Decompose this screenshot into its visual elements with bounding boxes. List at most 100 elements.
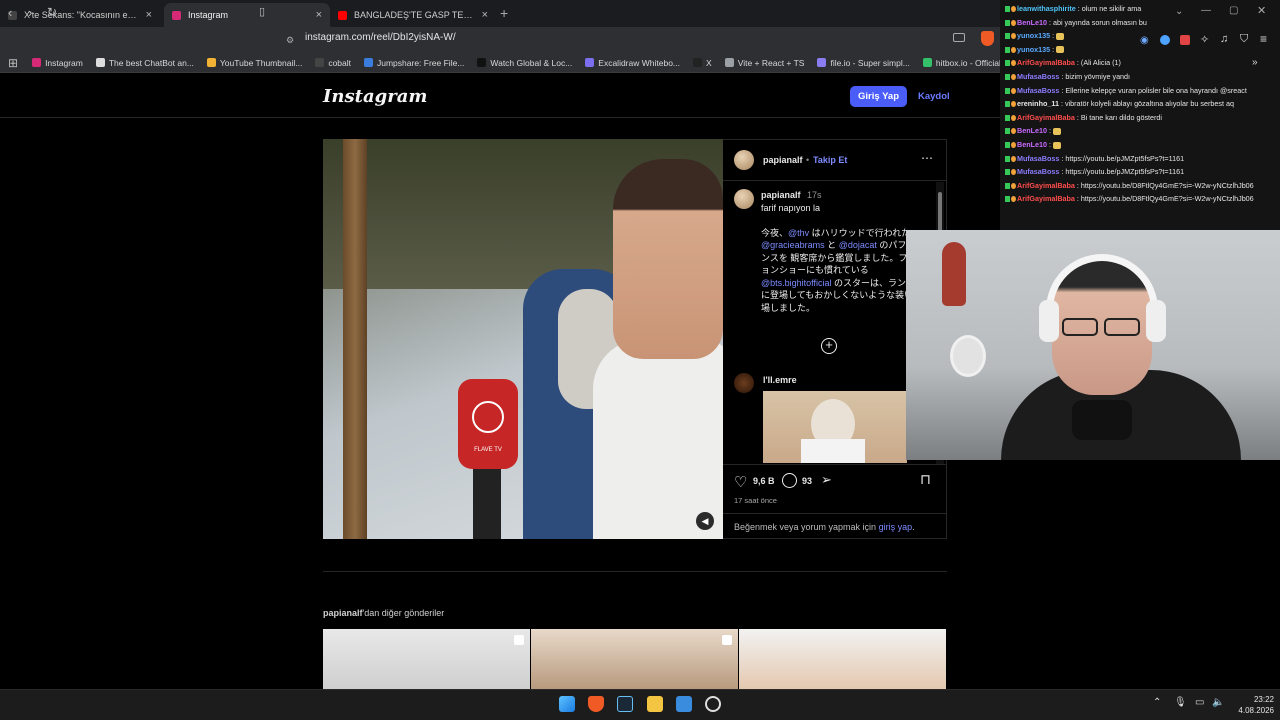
- comment-icon[interactable]: [782, 473, 797, 488]
- chat-username[interactable]: MufasaBoss: [1017, 154, 1059, 163]
- chat-username[interactable]: BenLe10: [1017, 18, 1047, 27]
- share-icon[interactable]: ➢: [821, 472, 832, 488]
- extensions-icon[interactable]: ✧: [1200, 33, 1209, 46]
- site-info-icon[interactable]: ⚙: [286, 35, 294, 46]
- tab-close-icon[interactable]: ×: [316, 9, 322, 21]
- mention-link[interactable]: @thv: [788, 228, 809, 238]
- microphone-tray-icon[interactable]: 🎙: [1174, 697, 1187, 708]
- grid-post-thumbnail[interactable]: [531, 629, 738, 689]
- bookmark-item[interactable]: Instagram: [32, 58, 83, 68]
- more-posts-username[interactable]: papianalf: [323, 608, 363, 618]
- tab-close-icon[interactable]: ×: [482, 9, 488, 21]
- tray-overflow-icon[interactable]: ⌃: [1153, 697, 1161, 708]
- brave-shields-icon[interactable]: [981, 31, 994, 46]
- tab-search-icon[interactable]: ⌄: [1175, 6, 1183, 17]
- mention-link[interactable]: @gracieabrams: [761, 240, 825, 250]
- wallet-icon[interactable]: ◉: [1140, 35, 1149, 46]
- bookmark-item[interactable]: Jumpshare: Free File...: [364, 58, 464, 68]
- follow-button[interactable]: Takip Et: [813, 155, 847, 165]
- comment-gif[interactable]: [763, 391, 907, 463]
- save-icon[interactable]: ⊓: [920, 471, 931, 488]
- chat-username[interactable]: BenLe10: [1017, 126, 1047, 135]
- bookmark-item[interactable]: Excalidraw Whitebo...: [585, 58, 680, 68]
- minimize-icon[interactable]: —: [1201, 5, 1211, 16]
- bookmark-item[interactable]: Watch Global & Loc...: [477, 58, 572, 68]
- reel-video[interactable]: FLAVE TV ◀: [323, 139, 723, 539]
- extension-icon[interactable]: [1160, 35, 1170, 45]
- volume-icon[interactable]: ◀: [696, 512, 714, 530]
- chat-username[interactable]: yunox135: [1017, 31, 1050, 40]
- load-more-comments-icon[interactable]: +: [821, 338, 837, 354]
- tab-close-icon[interactable]: ×: [146, 9, 152, 21]
- window-close-icon[interactable]: ✕: [1257, 4, 1266, 17]
- bookmarks-overflow-icon[interactable]: »: [1252, 57, 1258, 68]
- chat-text: Ellerine kelepçe vuran polisler bile ona…: [1065, 85, 1247, 95]
- signup-link[interactable]: Kaydol: [918, 91, 950, 102]
- chat-username[interactable]: MufasaBoss: [1017, 86, 1059, 95]
- mention-link[interactable]: @bts.bighitofficial: [761, 278, 832, 288]
- caption-username[interactable]: papianalf: [761, 190, 801, 200]
- brave-browser-icon[interactable]: [588, 696, 604, 712]
- emote-icon: [1052, 127, 1061, 135]
- commenter-username[interactable]: l'll.emre: [763, 375, 797, 385]
- vpn-icon[interactable]: ⛉: [1240, 33, 1248, 46]
- chat-badge-icon: [1011, 46, 1016, 53]
- chat-username[interactable]: MufasaBoss: [1017, 167, 1059, 176]
- grid-post-thumbnail[interactable]: [323, 629, 530, 689]
- reload-icon[interactable]: ↻: [47, 5, 57, 19]
- chat-username[interactable]: leanwithasphirite: [1017, 4, 1076, 13]
- speaker-icon[interactable]: 🔈: [1212, 697, 1224, 708]
- chat-username[interactable]: ArifGayimalBaba: [1017, 58, 1075, 67]
- chat-badge-icon: [1011, 60, 1016, 67]
- browser-tab[interactable]: X'te Sekans: "Kocasının en yakın arka...…: [0, 3, 160, 27]
- file-explorer-icon[interactable]: [647, 696, 663, 712]
- back-icon[interactable]: ‹: [8, 5, 12, 20]
- bookmark-item[interactable]: YouTube Thumbnail...: [206, 58, 302, 68]
- login-button[interactable]: Giriş Yap: [850, 86, 907, 107]
- maximize-icon[interactable]: ▢: [1229, 5, 1238, 16]
- instagram-logo[interactable]: Instagram: [323, 86, 427, 107]
- chat-username[interactable]: ArifGayimalBaba: [1017, 194, 1075, 203]
- like-icon[interactable]: ♡: [734, 473, 747, 491]
- menu-icon[interactable]: ≡: [1260, 32, 1267, 46]
- media-icon[interactable]: ♫: [1220, 33, 1228, 45]
- chat-message: ArifGayimalBaba : Bi tane karı dildo gös…: [1005, 113, 1277, 126]
- chat-username[interactable]: ereninho_11: [1017, 99, 1059, 108]
- apps-grid-icon[interactable]: ⊞: [8, 56, 18, 70]
- bookmark-item[interactable]: file.io - Super simpl...: [817, 58, 910, 68]
- network-icon[interactable]: ▭: [1195, 697, 1204, 708]
- app-icon[interactable]: [676, 696, 692, 712]
- chat-username[interactable]: MufasaBoss: [1017, 72, 1059, 81]
- commenter-avatar[interactable]: [734, 373, 754, 393]
- mention-link[interactable]: @dojacat: [839, 240, 877, 250]
- login-prompt-link[interactable]: giriş yap: [879, 522, 913, 532]
- chat-username[interactable]: ArifGayimalBaba: [1017, 181, 1075, 190]
- bookmark-page-icon[interactable]: ▯: [259, 5, 265, 18]
- bookmark-item[interactable]: cobalt: [315, 58, 351, 68]
- more-options-icon[interactable]: ⋯: [921, 151, 933, 165]
- taskbar-clock[interactable]: 23:22 4.08.2026: [1234, 694, 1274, 716]
- extension-icon[interactable]: [1180, 35, 1190, 45]
- address-bar[interactable]: instagram.com/reel/DbI2yisNA-W/: [305, 32, 965, 48]
- bookmark-item[interactable]: X: [693, 58, 712, 68]
- bookmark-item[interactable]: The best ChatBot an...: [95, 58, 194, 68]
- chat-username[interactable]: BenLe10: [1017, 140, 1047, 149]
- chat-username[interactable]: yunox135: [1017, 45, 1050, 54]
- video-mic-handle: [473, 469, 501, 539]
- start-menu-icon[interactable]: [559, 696, 575, 712]
- new-tab-button[interactable]: +: [500, 5, 508, 21]
- caption-avatar[interactable]: [734, 189, 754, 209]
- author-username[interactable]: papianalf: [763, 155, 803, 165]
- author-avatar[interactable]: [734, 150, 754, 170]
- chat-username[interactable]: ArifGayimalBaba: [1017, 113, 1075, 122]
- chat-badge-icon: [1011, 6, 1016, 13]
- browser-tab[interactable]: Instagram ×: [164, 3, 330, 27]
- cast-icon[interactable]: [953, 33, 965, 42]
- forward-icon[interactable]: ›: [28, 5, 32, 20]
- grid-post-thumbnail[interactable]: [739, 629, 946, 689]
- browser-tab[interactable]: BANGLADEŞ'TE GASP TEŞEBBÜSÜ: A... ×: [330, 3, 496, 27]
- bookmark-item[interactable]: Vite + React + TS: [724, 58, 804, 68]
- obs-icon[interactable]: [705, 696, 721, 712]
- steam-icon[interactable]: [617, 696, 633, 712]
- comment-count: 93: [802, 476, 813, 486]
